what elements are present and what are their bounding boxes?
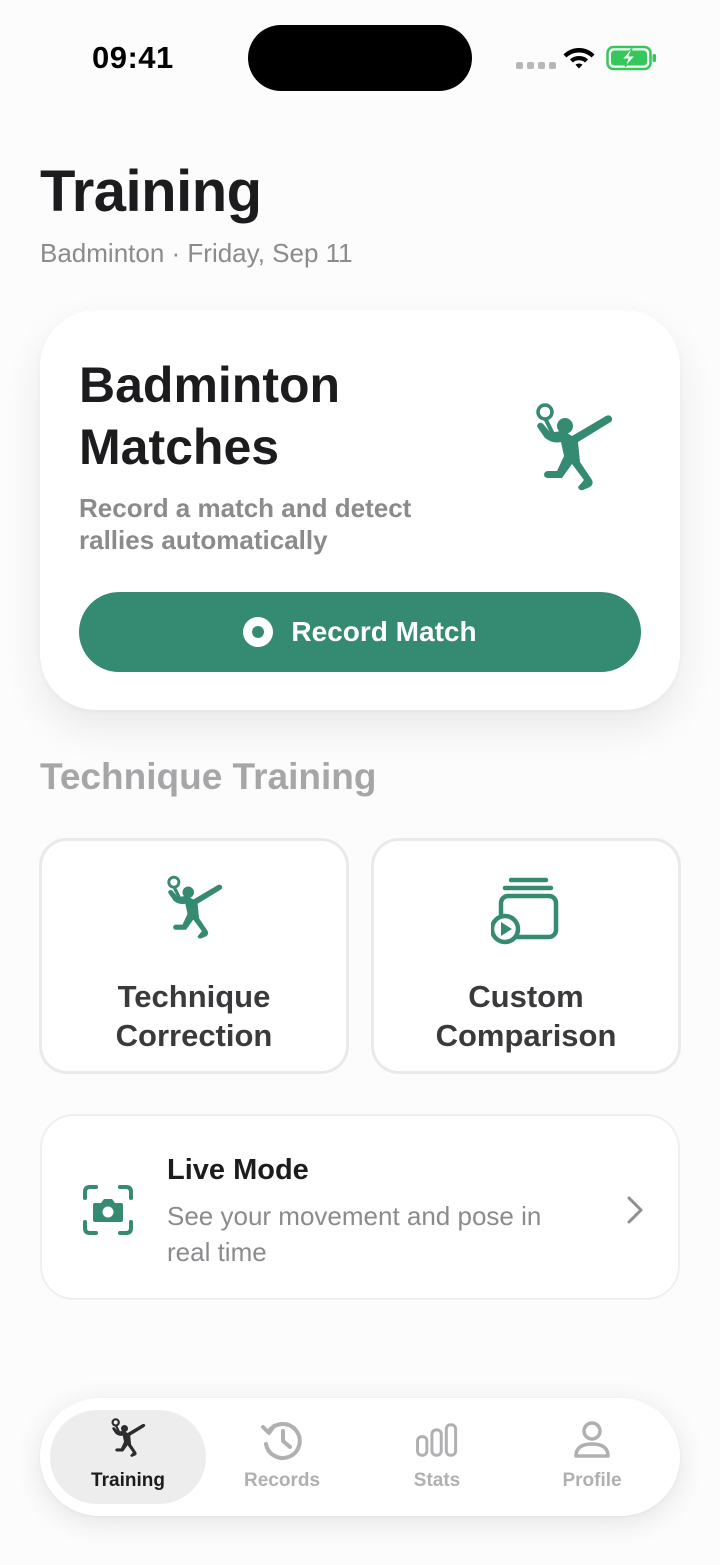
tab-bar: Training Records Stats Profile [40,1398,680,1516]
badminton-matches-card: Badminton Matches Record a match and det… [40,310,680,710]
section-title-technique: Technique Training [40,756,377,797]
record-icon [243,617,274,647]
chevron-right-icon [627,1196,643,1224]
tab-profile[interactable]: Profile [514,1410,670,1504]
technique-correction-tile[interactable]: Technique Correction [39,838,349,1074]
history-icon [261,1422,302,1461]
tab-records[interactable]: Records [204,1410,360,1504]
badminton-player-icon [111,1418,146,1457]
page-subtitle: Badminton · Friday, Sep 11 [40,238,353,268]
wifi-icon [563,48,595,69]
custom-comparison-label: Custom Comparison [435,979,617,1053]
record-match-button[interactable]: Record Match [79,592,641,672]
live-mode-row[interactable]: Live Mode See your movement and pose in … [40,1114,680,1300]
technique-correction-label: Technique Correction [115,979,273,1053]
camera-scan-icon [83,1185,133,1235]
video-stack-icon [491,877,559,945]
battery-charging-icon [606,45,656,71]
hero-title: Badminton Matches [79,357,341,475]
tab-label: Training [91,1470,165,1491]
status-time: 09:41 [92,40,174,75]
live-mode-title: Live Mode [167,1154,309,1186]
badminton-player-icon [167,875,223,939]
tab-label: Profile [562,1470,622,1491]
person-icon [574,1421,610,1458]
badminton-player-icon [536,403,613,491]
page-title: Training [40,159,262,224]
tab-label: Records [243,1470,321,1491]
tab-label: Stats [413,1470,461,1491]
record-match-label: Record Match [291,616,477,647]
tab-stats[interactable]: Stats [359,1410,515,1504]
dynamic-island [248,25,472,91]
custom-comparison-tile[interactable]: Custom Comparison [371,838,681,1074]
tab-training[interactable]: Training [50,1410,206,1504]
live-mode-description: See your movement and pose in real time [167,1201,542,1267]
hero-description: Record a match and detect rallies automa… [79,493,412,555]
cellular-signal-icon [516,62,556,69]
bar-chart-icon [416,1423,458,1457]
